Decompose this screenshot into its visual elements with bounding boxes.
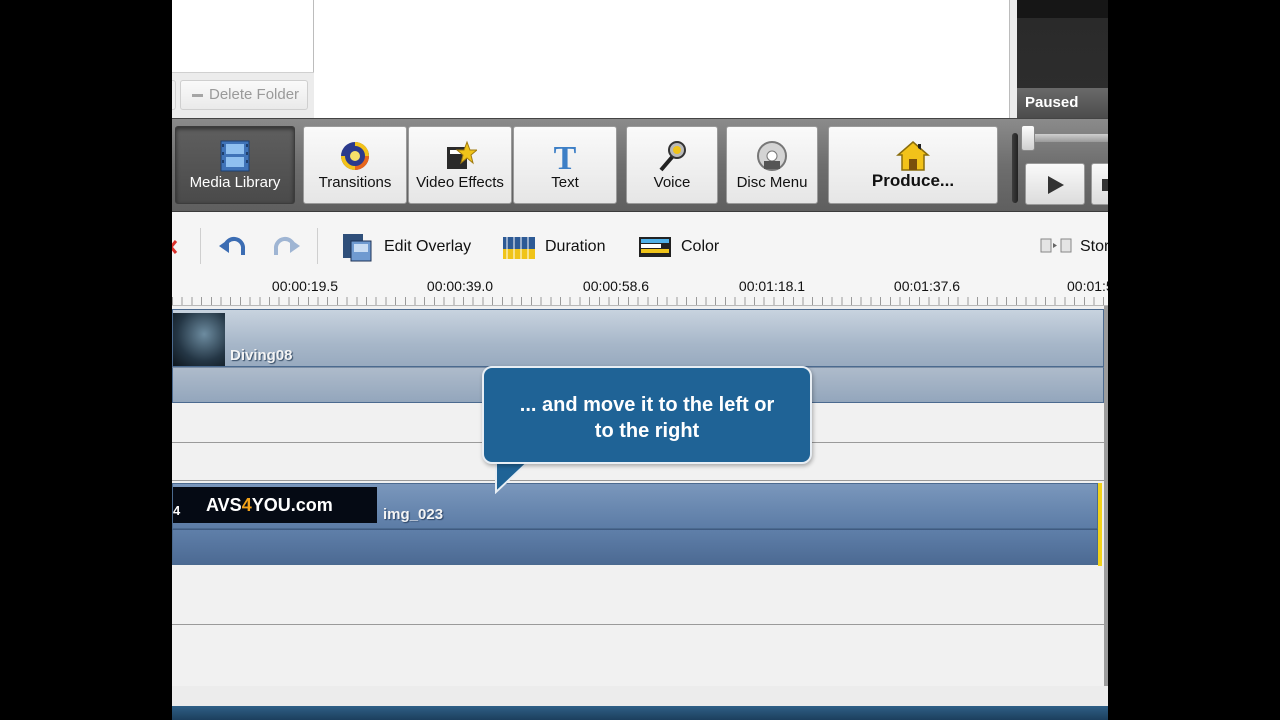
microphone-icon [659,141,686,172]
clip-thumbnail [173,313,225,366]
storyboard-icon [1040,238,1072,253]
undo-button[interactable] [217,232,249,262]
ruler-tick-label: 00:00:58.6 [582,278,650,294]
undo-icon [219,237,246,255]
callout-tail [495,460,530,494]
redo-icon [273,237,300,255]
transitions-label: Transitions [318,174,392,191]
delete-folder-label: Delete Folder [209,86,300,103]
video-effects-label: Video Effects [416,174,504,191]
redo-button[interactable] [270,232,302,262]
audio-clip-img023[interactable] [172,529,1098,565]
text-label: Text [551,174,579,191]
video-clip-img023[interactable]: 4 AVS4YOU.com img_023 [172,483,1098,529]
stop-icon [1102,179,1108,191]
taskbar-strip [172,706,1108,720]
magic-effects-icon [447,140,477,169]
edit-overlay-button[interactable]: Edit Overlay [342,232,472,262]
preview-video[interactable] [1017,0,1108,88]
house-produce-icon [896,141,930,171]
color-label: Color [681,238,720,255]
duration-button[interactable]: Duration [502,232,612,262]
overlay-icon [343,234,372,262]
svg-text:T: T [554,140,577,173]
thumb-text: AVS [206,495,242,515]
ruler-ticks [172,297,1108,305]
storyboard-label: Stor [1080,238,1108,255]
thumb-text: YOU.com [251,495,333,515]
clip-thumbnail: 4 AVS4YOU.com [173,487,377,523]
video-editor-window: Delete Folder Paused Media Library Trans… [172,0,1108,720]
ruler-tick-label: 00:00:19.5 [271,278,339,294]
delete-button[interactable] [172,232,180,262]
panel-splitter[interactable] [1012,133,1018,203]
player-controls [1010,119,1108,213]
vertical-scrollbar[interactable] [1104,306,1108,686]
disc-menu-label: Disc Menu [736,174,808,191]
new-folder-button-edge[interactable] [172,80,176,110]
clip-label: img_023 [383,506,444,523]
delete-x-icon [172,240,178,254]
status-area [172,686,1108,706]
storyboard-toggle[interactable]: Stor [1040,232,1108,262]
seek-slider-thumb[interactable] [1021,125,1035,151]
avs-logo-icon: 4 [173,503,181,518]
callout-line-2: to the right [594,420,700,442]
play-button[interactable] [1025,163,1085,205]
media-library-area[interactable] [314,0,1010,118]
delete-folder-button[interactable]: Delete Folder [180,80,308,110]
disc-menu-button[interactable]: Disc Menu [726,126,818,204]
ruler-tick-label: 00:01:57 [1067,278,1108,294]
playback-status: Paused [1017,88,1108,118]
minus-icon [192,94,203,97]
color-button[interactable]: Color [638,232,728,262]
produce-label: Produce... [871,171,955,190]
transitions-button[interactable]: Transitions [303,126,407,204]
edit-overlay-label: Edit Overlay [384,238,472,255]
duration-label: Duration [545,238,606,255]
toolbar-separator [317,228,318,264]
ruler-tick-label: 00:01:37.6 [893,278,961,294]
main-toolbar: Media Library Transitions Video Effects [172,118,1108,212]
text-t-icon: T [554,140,577,173]
callout-line-1: ... and move it to the left or [519,394,775,416]
tutorial-callout: ... and move it to the left or to the ri… [482,366,812,464]
clip-end-marker[interactable] [1098,483,1102,566]
play-icon [1048,176,1064,194]
clip-label: Diving08 [230,347,293,364]
text-button[interactable]: T Text [513,126,617,204]
preview-panel: Paused [1017,0,1108,118]
timeline-ruler[interactable]: 00:00:19.5 00:00:39.0 00:00:58.6 00:01:1… [172,270,1108,306]
voice-label: Voice [653,174,691,191]
track-divider [172,624,1104,625]
toolbar-separator [200,228,201,264]
seek-slider-track[interactable] [1030,134,1108,142]
ruler-tick-label: 00:01:18.1 [738,278,806,294]
timeline-tracks: Diving08 4 AVS4YOU.com img_023 [172,306,1104,686]
color-palette-icon [639,237,671,257]
voice-button[interactable]: Voice [626,126,718,204]
ruler-tick-label: 00:00:39.0 [426,278,494,294]
stop-button[interactable] [1091,163,1108,205]
duration-icon [503,237,535,259]
produce-button[interactable]: Produce... [828,126,998,204]
video-effects-button[interactable]: Video Effects [408,126,512,204]
track-divider [172,480,1104,481]
disc-icon [757,141,787,171]
swirl-icon [341,142,369,170]
thumb-text: 4 [241,495,252,515]
media-library-button[interactable]: Media Library [175,126,295,204]
film-strip-icon [220,140,250,172]
video-clip-diving08[interactable]: Diving08 [172,309,1104,367]
media-library-label: Media Library [189,174,281,191]
